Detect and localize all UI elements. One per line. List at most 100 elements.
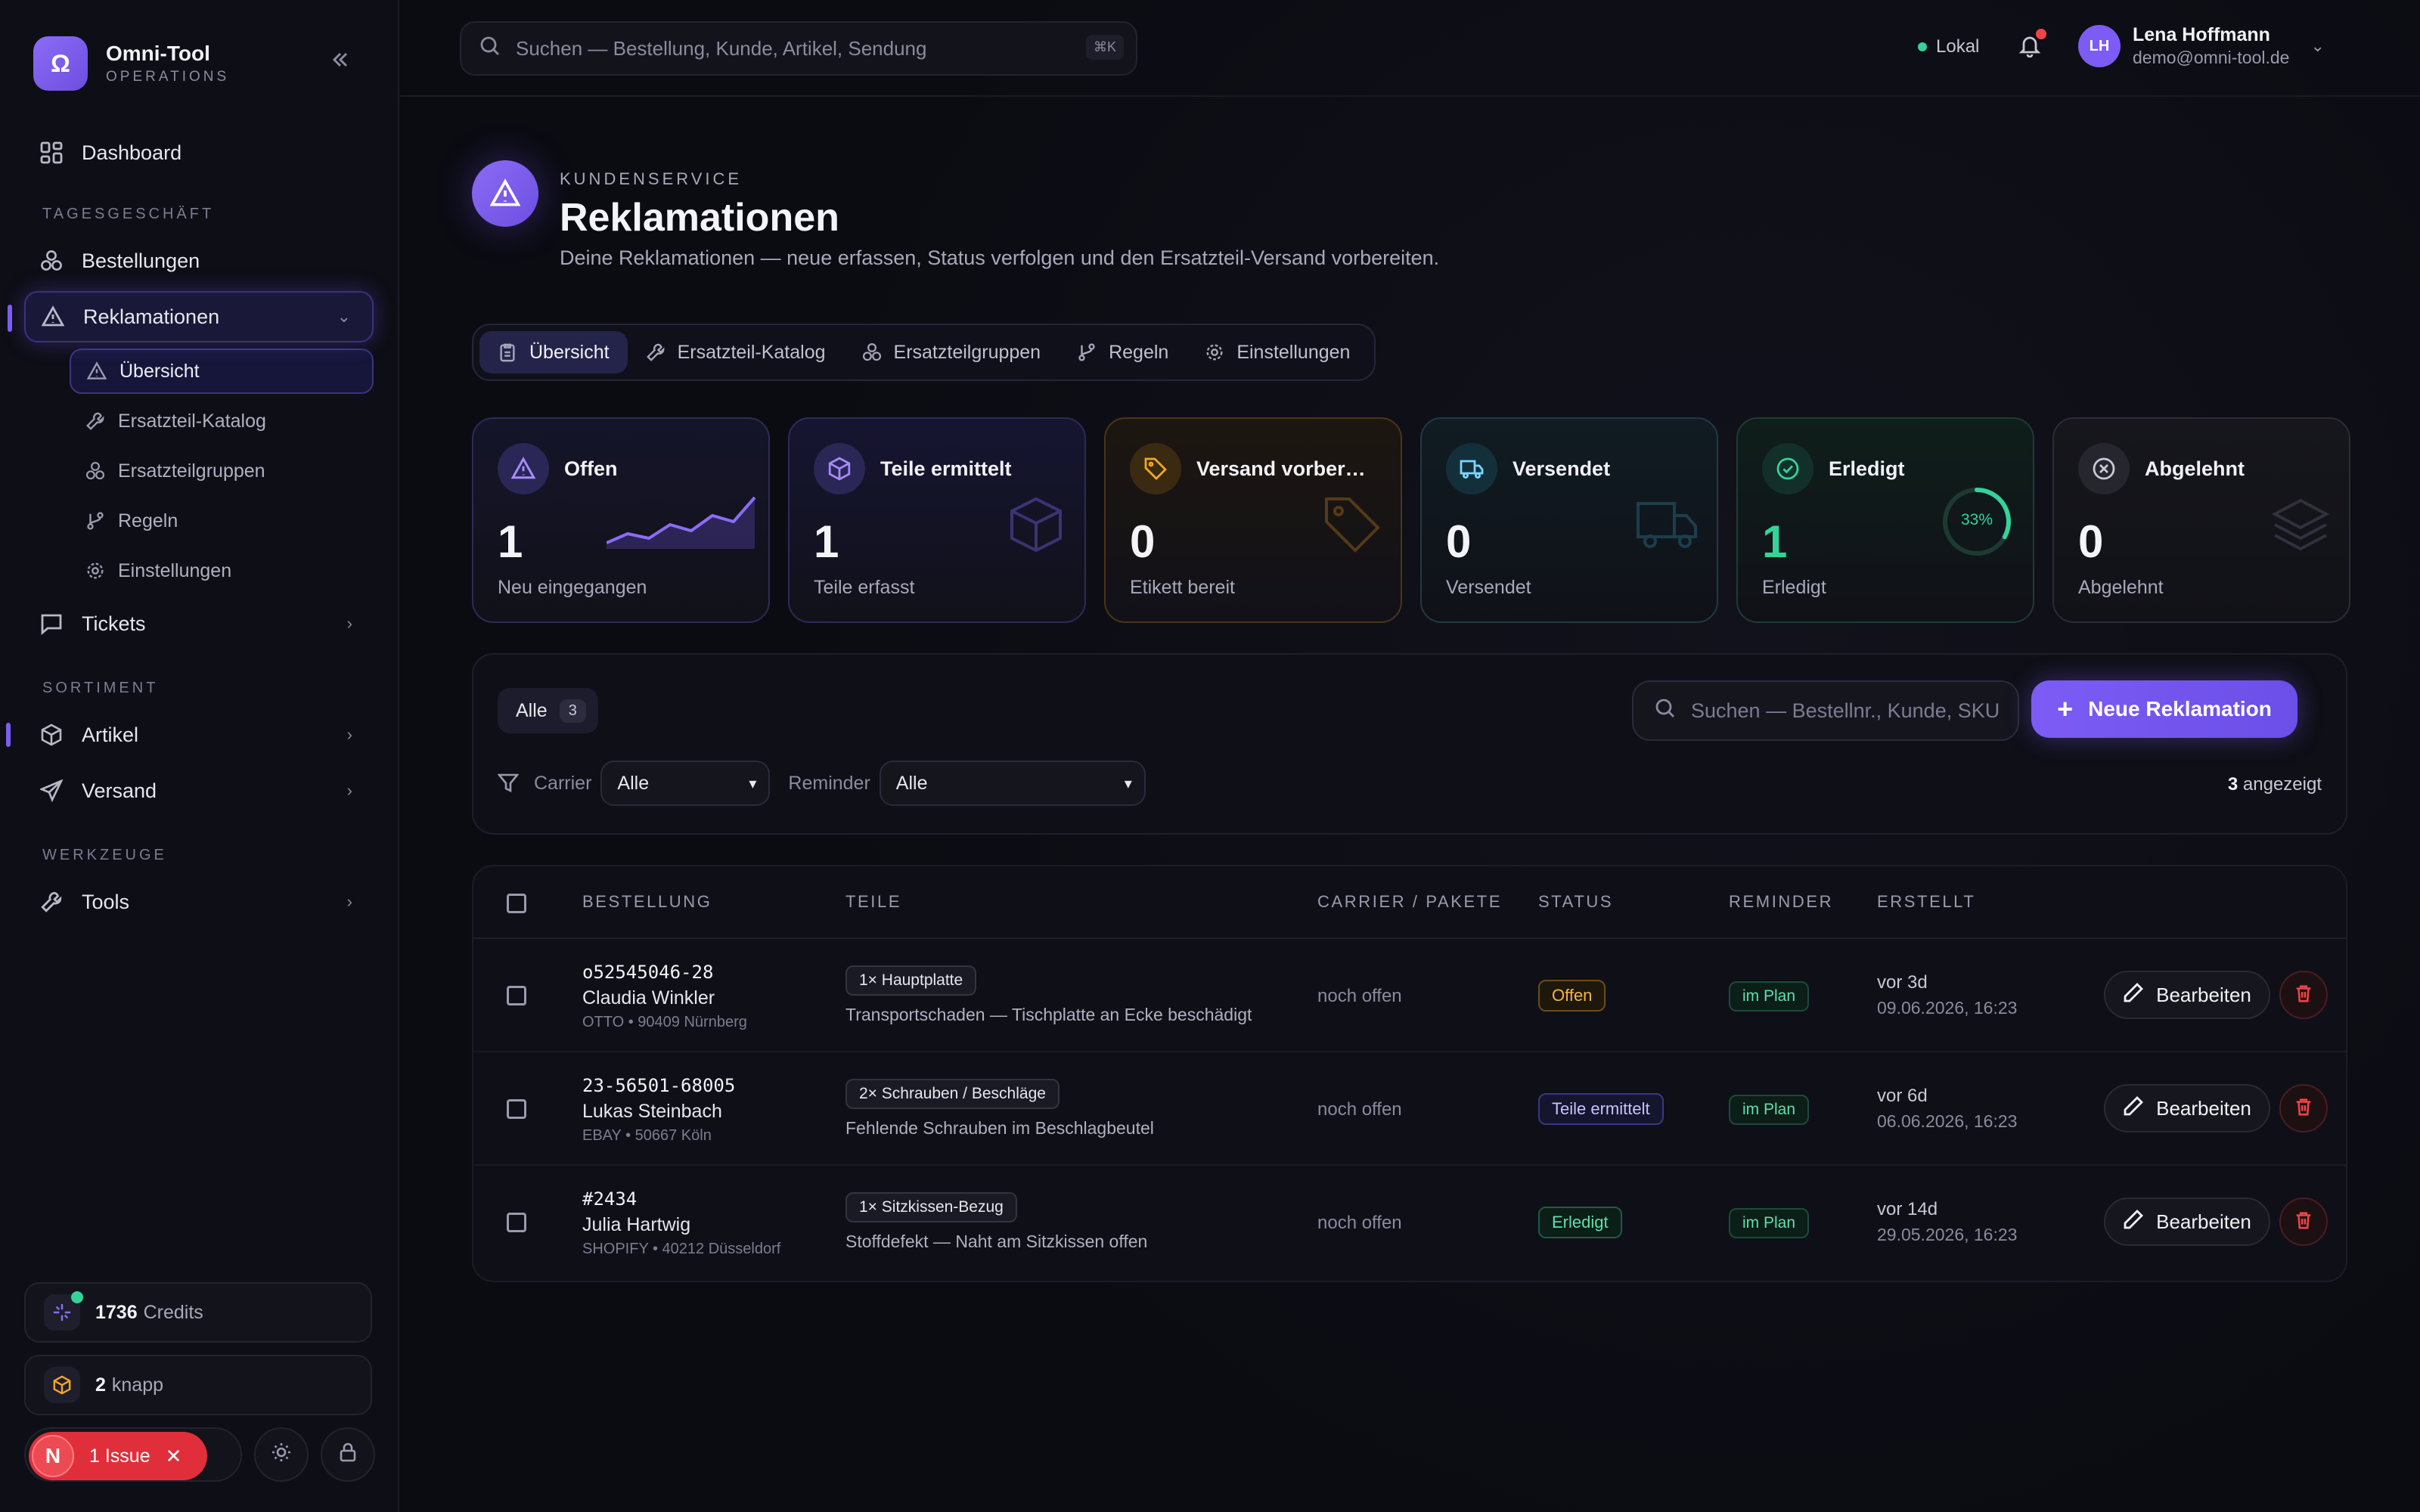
sidebar-subitem-einstellungen[interactable]: Einstellungen bbox=[70, 548, 374, 593]
gear-icon bbox=[85, 560, 106, 581]
table-row[interactable]: #2434 Julia Hartwig SHOPIFY • 40212 Düss… bbox=[473, 1166, 2346, 1279]
warning-triangle-icon bbox=[498, 443, 549, 494]
customer-name: Claudia Winkler bbox=[582, 987, 715, 1009]
stock-low-card[interactable]: 2 knapp bbox=[24, 1355, 372, 1415]
reminder-badge: im Plan bbox=[1729, 1208, 1810, 1238]
sidebar-item-tickets[interactable]: Tickets › bbox=[24, 598, 374, 649]
gear-icon bbox=[1205, 342, 1224, 362]
edit-label: Bearbeiten bbox=[2156, 983, 2251, 1006]
page-description: Deine Reklamationen — neue erfassen, Sta… bbox=[560, 246, 1440, 269]
chevron-right-icon: › bbox=[346, 614, 352, 633]
user-email: demo@omni-tool.de bbox=[2133, 48, 2290, 67]
tab-ersatzteilgruppen[interactable]: Ersatzteilgruppen bbox=[844, 331, 1060, 373]
stat-card-teile-ermittelt[interactable]: Teile ermittelt 1 Teile erfasst bbox=[788, 417, 1086, 623]
select-all-checkbox[interactable] bbox=[507, 894, 526, 913]
sidebar-subitem-ersatzteilgruppen[interactable]: Ersatzteilgruppen bbox=[70, 448, 374, 494]
clipboard-icon bbox=[498, 342, 517, 362]
reminder-select-value: Alle bbox=[895, 772, 928, 794]
sidebar-item-versand[interactable]: Versand › bbox=[24, 765, 374, 816]
stat-card-versendet[interactable]: Versendet 0 Versendet bbox=[1420, 417, 1718, 623]
sidebar-item-dashboard[interactable]: Dashboard bbox=[24, 127, 374, 178]
tab-regeln[interactable]: Regeln bbox=[1059, 331, 1187, 373]
order-number[interactable]: 23-56501-68005 bbox=[582, 1075, 735, 1096]
tab-label: Regeln bbox=[1109, 341, 1169, 363]
filter-funnel-icon bbox=[498, 773, 519, 794]
section-label-daily: TAGESGESCHÄFT bbox=[42, 206, 215, 222]
tab-ersatzteil-katalog[interactable]: Ersatzteil-Katalog bbox=[628, 331, 844, 373]
filter-chip-count: 3 bbox=[559, 699, 586, 723]
stat-subtitle: Erledigt bbox=[1762, 577, 1826, 598]
reminder-select[interactable]: Alle ▾ bbox=[879, 761, 1146, 806]
credits-card[interactable]: 1736 Credits bbox=[24, 1282, 372, 1343]
delete-button[interactable] bbox=[2279, 1084, 2328, 1132]
sparkline-chart bbox=[607, 496, 756, 549]
sidebar-subitem-uebersicht[interactable]: Übersicht bbox=[70, 349, 374, 394]
edit-button[interactable]: Bearbeiten bbox=[2104, 1198, 2270, 1246]
chevron-down-icon: ⌄ bbox=[2310, 36, 2325, 55]
issue-indicator[interactable]: N 1 Issue ✕ bbox=[24, 1427, 242, 1482]
close-icon[interactable]: ✕ bbox=[166, 1445, 182, 1468]
carrier-filter-label: Carrier bbox=[534, 772, 592, 794]
collapse-sidebar-icon[interactable] bbox=[330, 48, 351, 76]
row-checkbox[interactable] bbox=[507, 1213, 526, 1232]
sidebar-subitem-ersatzteil-katalog[interactable]: Ersatzteil-Katalog bbox=[70, 398, 374, 444]
order-meta: OTTO • 90409 Nürnberg bbox=[582, 1014, 747, 1030]
complaint-search-input[interactable]: Suchen — Bestellnr., Kunde, SKU bbox=[1632, 680, 2019, 741]
brand[interactable]: Ω Omni-Tool OPERATIONS bbox=[24, 0, 374, 127]
package-decoration-icon bbox=[1010, 497, 1062, 553]
result-count-label: angezeigt bbox=[2242, 774, 2322, 795]
sidebar-item-reklamationen[interactable]: Reklamationen ⌄ bbox=[8, 291, 374, 342]
part-description: Fehlende Schrauben im Beschlagbeutel bbox=[845, 1118, 1154, 1138]
stat-card-abgelehnt[interactable]: Abgelehnt 0 Abgelehnt bbox=[2052, 417, 2350, 623]
table-header: BESTELLUNG TEILE CARRIER / PAKETE STATUS… bbox=[473, 866, 2346, 939]
column-header-carrier[interactable]: CARRIER / PAKETE bbox=[1317, 892, 1502, 912]
new-complaint-button[interactable]: + Neue Reklamation bbox=[2031, 680, 2297, 738]
progress-ring: 33% bbox=[1941, 485, 2013, 558]
column-header-teile[interactable]: TEILE bbox=[845, 892, 901, 912]
table-row[interactable]: 23-56501-68005 Lukas Steinbach EBAY • 50… bbox=[473, 1052, 2346, 1166]
lock-button[interactable] bbox=[321, 1427, 375, 1482]
filter-chip-all[interactable]: Alle 3 bbox=[498, 688, 598, 733]
order-number[interactable]: o52545046-28 bbox=[582, 962, 747, 983]
user-menu[interactable]: LH Lena Hoffmann demo@omni-tool.de ⌄ bbox=[2078, 24, 2325, 68]
main-content: Suchen — Bestellung, Kunde, Artikel, Sen… bbox=[399, 0, 2420, 1512]
order-number[interactable]: #2434 bbox=[582, 1188, 780, 1210]
stat-card-erledigt[interactable]: Erledigt 1 Erledigt 33% bbox=[1736, 417, 2034, 623]
knapp-value: 2 bbox=[95, 1374, 106, 1396]
stat-label: Erledigt bbox=[1829, 457, 1905, 480]
sidebar-item-tools[interactable]: Tools › bbox=[24, 876, 374, 928]
sidebar-subitem-regeln[interactable]: Regeln bbox=[70, 498, 374, 544]
chevron-down-icon: ⌄ bbox=[337, 307, 351, 326]
avatar: LH bbox=[2078, 25, 2121, 67]
edit-button[interactable]: Bearbeiten bbox=[2104, 971, 2270, 1019]
sidebar-item-bestellungen[interactable]: Bestellungen bbox=[24, 235, 374, 287]
row-checkbox[interactable] bbox=[507, 986, 526, 1005]
theme-toggle-button[interactable] bbox=[254, 1427, 309, 1482]
tab-einstellungen[interactable]: Einstellungen bbox=[1187, 331, 1368, 373]
created-relative: vor 14d bbox=[1877, 1199, 1938, 1219]
global-search-input[interactable]: Suchen — Bestellung, Kunde, Artikel, Sen… bbox=[460, 21, 1137, 76]
notifications-bell-icon[interactable] bbox=[2018, 29, 2046, 64]
chevron-down-icon: ▾ bbox=[749, 775, 757, 792]
row-checkbox[interactable] bbox=[507, 1099, 526, 1119]
column-header-reminder[interactable]: REMINDER bbox=[1729, 892, 1833, 912]
active-marker bbox=[6, 723, 11, 747]
stat-card-versand-vorbereitet[interactable]: Versand vorberei... 0 Etikett bereit bbox=[1104, 417, 1402, 623]
table-row[interactable]: o52545046-28 Claudia Winkler OTTO • 9040… bbox=[473, 939, 2346, 1052]
carrier-select[interactable]: Alle ▾ bbox=[600, 761, 771, 806]
delete-button[interactable] bbox=[2279, 1198, 2328, 1246]
pencil-icon bbox=[2123, 1095, 2144, 1122]
trash-icon bbox=[2294, 981, 2313, 1009]
column-header-status[interactable]: STATUS bbox=[1538, 892, 1613, 912]
package-icon bbox=[814, 443, 865, 494]
send-icon bbox=[39, 779, 64, 803]
tab-uebersicht[interactable]: Übersicht bbox=[479, 331, 628, 373]
edit-button[interactable]: Bearbeiten bbox=[2104, 1084, 2270, 1132]
column-header-bestellung[interactable]: BESTELLUNG bbox=[582, 892, 712, 912]
issue-letter: N bbox=[32, 1435, 74, 1477]
sidebar-item-artikel[interactable]: Artikel › bbox=[6, 709, 374, 761]
chevron-right-icon: › bbox=[346, 892, 352, 911]
column-header-erstellt[interactable]: ERSTELLT bbox=[1877, 892, 1975, 912]
stat-card-offen[interactable]: Offen 1 Neu eingegangen bbox=[472, 417, 770, 623]
delete-button[interactable] bbox=[2279, 971, 2328, 1019]
